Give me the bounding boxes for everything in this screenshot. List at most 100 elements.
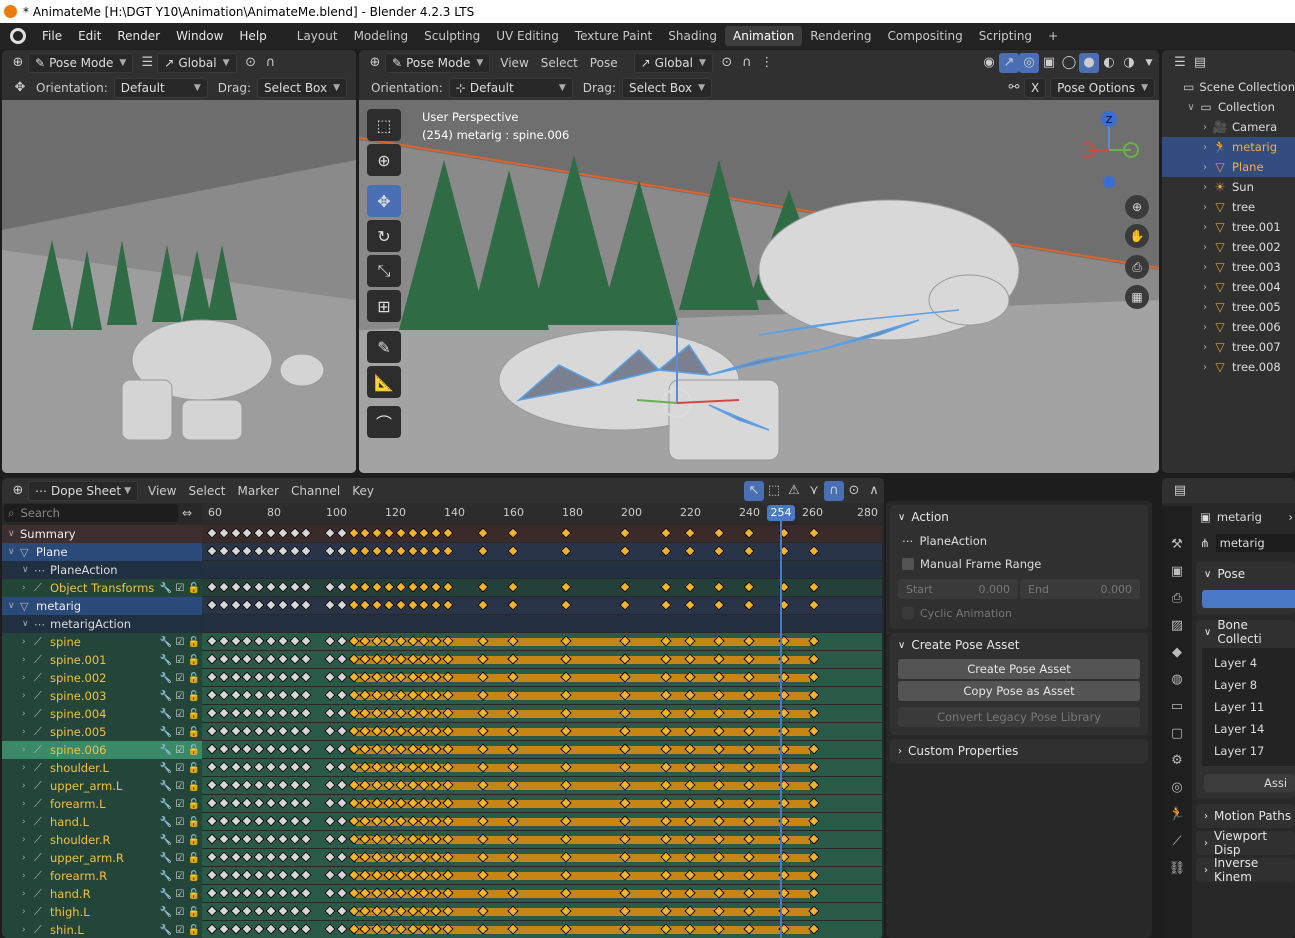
viewport-display-panel[interactable]: › Viewport Disp — [1196, 829, 1295, 857]
channel-row[interactable]: › ⟋ hand.R 🔧 ☑ 🔓 — [2, 885, 202, 903]
only-selected-icon[interactable]: ↖ — [744, 480, 764, 501]
playhead-line[interactable] — [780, 518, 782, 938]
create-pose-panel-header[interactable]: ∨ Create Pose Asset — [890, 633, 1148, 657]
search-input[interactable]: ⌕ Search — [4, 504, 178, 522]
tab-shading[interactable]: Shading — [660, 26, 725, 46]
measure-tool-icon[interactable]: 📐 — [367, 366, 401, 398]
channel-toggles[interactable]: 🔧 ☑ 🔓 — [160, 709, 200, 720]
channel-row[interactable]: › ⟋ shin.L 🔧 ☑ 🔓 — [2, 921, 202, 938]
cyclic-animation-checkbox[interactable]: Cyclic Animation — [890, 603, 1148, 623]
chevron-right-icon[interactable]: › — [22, 817, 34, 827]
menu-view[interactable]: View — [500, 56, 528, 70]
channel-toggles[interactable]: 🔧 ☑ 🔓 — [160, 583, 200, 594]
cursor-tool-icon[interactable]: ⊕ — [367, 144, 401, 176]
constraint-tab-icon[interactable]: ⛓ — [1166, 857, 1188, 879]
bone-collection-item[interactable]: Layer 4 — [1202, 652, 1295, 674]
chevron-right-icon[interactable]: › — [1198, 202, 1212, 213]
proportional-icon[interactable]: ⋮ — [757, 53, 777, 73]
material-shading-icon[interactable]: ◐ — [1099, 53, 1119, 73]
zoom-icon[interactable]: ⊕ — [1125, 195, 1149, 219]
channel-toggles[interactable]: 🔧 ☑ 🔓 — [160, 853, 200, 864]
copy-pose-asset-button[interactable]: Copy Pose as Asset — [898, 681, 1140, 701]
transform-orientation-dropdown[interactable]: ↗ Global ▼ — [157, 52, 237, 73]
chevron-right-icon[interactable]: › — [22, 655, 34, 665]
tab-rendering[interactable]: Rendering — [802, 26, 879, 46]
channel-toggles[interactable]: 🔧 ☑ 🔓 — [160, 673, 200, 684]
channel-row[interactable]: › ⟋ shoulder.L 🔧 ☑ 🔓 — [2, 759, 202, 777]
channel-toggles[interactable]: 🔧 ☑ 🔓 — [160, 889, 200, 900]
pose-options-dropdown[interactable]: Pose Options ▼ — [1050, 77, 1155, 98]
interpolation-icon[interactable]: ∧ — [864, 481, 884, 501]
transform-orientation-dropdown[interactable]: ↗ Global ▼ — [633, 52, 713, 73]
render-tab-icon[interactable]: ▣ — [1166, 560, 1188, 582]
menu-select[interactable]: Select — [188, 484, 225, 498]
menu-file[interactable]: File — [34, 29, 70, 43]
end-field[interactable]: End 0.000 — [1020, 579, 1140, 599]
chevron-right-icon[interactable]: › — [1198, 322, 1212, 333]
editor-type-icon[interactable]: ⊕ — [8, 481, 28, 501]
chevron-down-icon[interactable]: ∨ — [8, 529, 20, 539]
solid-shading-icon[interactable]: ● — [1079, 52, 1099, 73]
editor-type-icon[interactable]: ⊕ — [365, 53, 385, 73]
bone-collection-item[interactable]: Layer 17 — [1202, 740, 1295, 762]
output-tab-icon[interactable]: ⎙ — [1166, 587, 1188, 609]
left-viewport-canvas[interactable] — [2, 100, 356, 473]
dopesheet-mode-dropdown[interactable]: ⋯ Dope Sheet ▼ — [28, 480, 138, 501]
menu-marker[interactable]: Marker — [238, 484, 279, 498]
display-mode-icon[interactable]: ▤ — [1190, 53, 1210, 73]
chevron-right-icon[interactable]: › — [1198, 162, 1212, 173]
menu-channel[interactable]: Channel — [291, 484, 340, 498]
outliner-item[interactable]: › ▽ tree.002 — [1162, 237, 1295, 257]
orientation-dropdown[interactable]: Default ▼ — [113, 77, 208, 98]
scene-tab-icon[interactable]: ◆ — [1166, 641, 1188, 663]
chevron-right-icon[interactable]: › — [22, 691, 34, 701]
bone-collection-item[interactable]: Layer 11 — [1202, 696, 1295, 718]
viewport-display-header[interactable]: › Viewport Disp — [1196, 829, 1295, 857]
chevron-down-icon[interactable]: ∨ — [22, 619, 34, 629]
x-mirror-toggle[interactable]: X — [1023, 77, 1047, 98]
channel-row[interactable]: › ⟋ upper_arm.L 🔧 ☑ 🔓 — [2, 777, 202, 795]
chevron-right-icon[interactable]: › — [22, 583, 34, 593]
chevron-right-icon[interactable]: › — [22, 835, 34, 845]
channel-row[interactable]: ∨ ⋯ PlaneAction — [2, 561, 202, 579]
snap-icon[interactable]: ∩ — [824, 480, 844, 501]
dopesheet-editor[interactable]: ⊕ ⋯ Dope Sheet ▼ View Select Marker Channe… — [2, 478, 884, 938]
outliner-item[interactable]: › ▽ tree.005 — [1162, 297, 1295, 317]
chevron-right-icon[interactable]: › — [1198, 122, 1212, 133]
channel-row[interactable]: › ⟋ Object Transforms 🔧 ☑ 🔓 — [2, 579, 202, 597]
bone-collection-item[interactable]: Layer 14 — [1202, 718, 1295, 740]
channel-row[interactable]: › ⟋ spine.004 🔧 ☑ 🔓 — [2, 705, 202, 723]
channel-toggles[interactable]: 🔧 ☑ 🔓 — [160, 835, 200, 846]
tab-animation[interactable]: Animation — [725, 26, 803, 46]
proportional-edit-icon[interactable]: ⊙ — [844, 481, 864, 501]
chevron-right-icon[interactable]: › — [1198, 282, 1212, 293]
swap-icon[interactable]: ⇔ — [182, 506, 192, 520]
chevron-right-icon[interactable]: › — [1198, 342, 1212, 353]
snap-icon[interactable]: ∩ — [261, 53, 281, 73]
tab-compositing[interactable]: Compositing — [879, 26, 970, 46]
custom-properties-panel[interactable]: › Custom Properties — [890, 739, 1148, 763]
left-viewport[interactable]: ⊕ ✎ Pose Mode ▼ ☰ ↗ Global ▼ ⊙ ∩ ✥ Orientati… — [2, 50, 356, 473]
annotate-tool-icon[interactable]: ✎ — [367, 331, 401, 363]
pivot-icon[interactable]: ⊙ — [717, 53, 737, 73]
menu-view[interactable]: View — [148, 484, 176, 498]
chevron-right-icon[interactable]: › — [22, 709, 34, 719]
tool-tab-icon[interactable]: ⚒ — [1166, 533, 1188, 555]
channel-toggles[interactable]: 🔧 ☑ 🔓 — [160, 727, 200, 738]
inverse-kinematics-panel[interactable]: › Inverse Kinem — [1196, 856, 1295, 884]
tab-layout[interactable]: Layout — [289, 26, 346, 46]
menu-help[interactable]: Help — [231, 29, 274, 43]
mirror-icon[interactable]: ⚯ — [1004, 78, 1024, 98]
gizmo-icon[interactable]: ↗ — [999, 52, 1019, 73]
pivot-icon[interactable]: ⊙ — [241, 53, 261, 73]
chevron-right-icon[interactable]: › — [22, 727, 34, 737]
pose-panel-header[interactable]: ∨ Pose — [1196, 562, 1295, 586]
chevron-right-icon[interactable]: › — [22, 925, 34, 935]
channel-toggles[interactable]: 🔧 ☑ 🔓 — [160, 637, 200, 648]
rotate-tool-icon[interactable]: ↻ — [367, 220, 401, 252]
blender-menu-icon[interactable] — [10, 28, 26, 44]
outliner-item[interactable]: ∨ ▭ Collection — [1162, 97, 1295, 117]
snap-icon[interactable]: ∩ — [737, 53, 757, 73]
drag-dropdown[interactable]: Select Box ▼ — [256, 77, 348, 98]
chevron-right-icon[interactable]: › — [22, 673, 34, 683]
